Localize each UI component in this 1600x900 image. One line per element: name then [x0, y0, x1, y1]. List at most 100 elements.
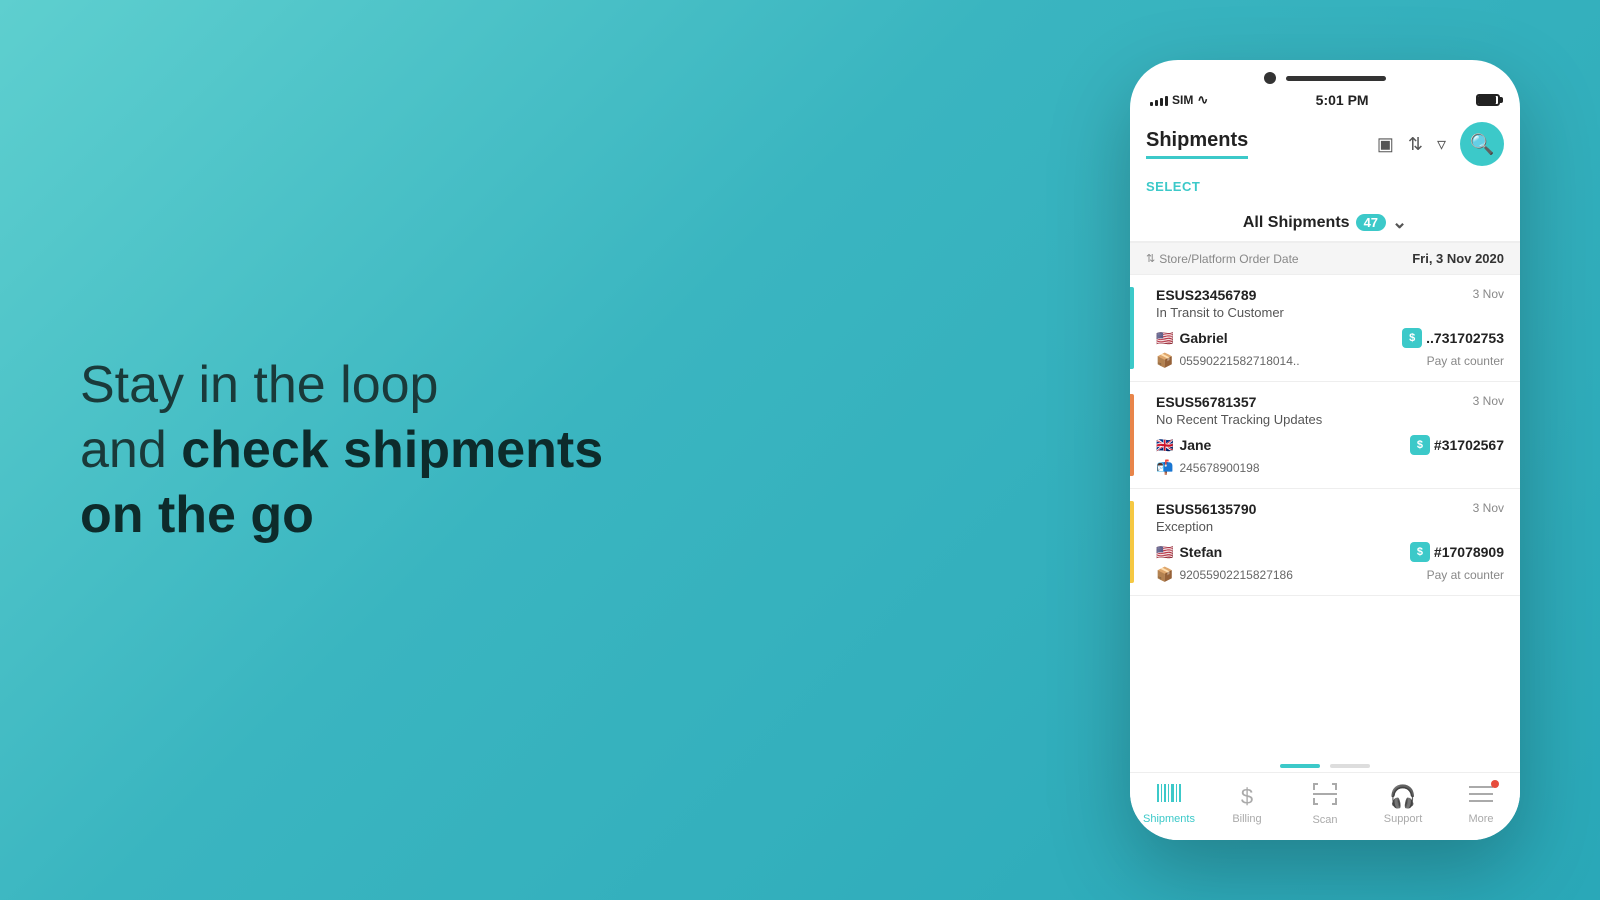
order-icon: $ [1410, 435, 1430, 455]
card-header-row: ESUS23456789 3 Nov [1146, 287, 1504, 303]
headset-icon: 🎧 [1389, 784, 1416, 810]
customer-row: 🇬🇧 Jane $ #31702567 [1146, 435, 1504, 455]
carrier-tracking-number: 92055902215827186 [1179, 568, 1292, 582]
phone-notch [1130, 60, 1520, 88]
front-camera [1264, 72, 1276, 84]
date-sort-label: ⇅ Store/Platform Order Date [1146, 252, 1299, 266]
battery-fill [1478, 96, 1496, 104]
shipment-card[interactable]: ESUS56781357 3 Nov No Recent Tracking Up… [1130, 382, 1520, 489]
page-title: Shipments [1146, 129, 1248, 159]
notch-bar [1286, 76, 1386, 81]
sort-asc-icon: ⇅ [1146, 252, 1155, 265]
select-label[interactable]: SELECT [1146, 179, 1200, 194]
nav-label-scan: Scan [1312, 814, 1337, 826]
filter-row[interactable]: All Shipments 47 ⌄ [1130, 204, 1520, 242]
customer-name: 🇬🇧 Jane [1156, 437, 1211, 454]
header-top-row: Shipments ▣ ⇅ ▿ 🔍 [1146, 122, 1504, 166]
card-date: 3 Nov [1473, 501, 1504, 515]
payment-label: Pay at counter [1427, 568, 1504, 582]
sort-icon[interactable]: ⇅ [1408, 134, 1423, 155]
select-row: SELECT [1130, 172, 1520, 204]
order-icon: $ [1402, 328, 1422, 348]
carrier-tracking-number: 05590221582718014.. [1179, 354, 1299, 368]
signal-bar-4 [1165, 96, 1168, 106]
nav-item-billing[interactable]: $ Billing [1217, 784, 1277, 825]
search-icon: 🔍 [1470, 132, 1495, 157]
signal-bar-2 [1155, 100, 1158, 106]
order-ref: $ #17078909 [1410, 542, 1504, 562]
date-separator-value: Fri, 3 Nov 2020 [1412, 251, 1504, 266]
page-title-row: Shipments [1146, 129, 1248, 159]
carrier-icon: 📦 [1156, 352, 1173, 369]
card-status: No Recent Tracking Updates [1146, 412, 1504, 427]
customer-row: 🇺🇸 Gabriel $ ..731702753 [1146, 328, 1504, 348]
card-header-row: ESUS56135790 3 Nov [1146, 501, 1504, 517]
status-indicator-yellow [1130, 501, 1134, 583]
customer-row: 🇺🇸 Stefan $ #17078909 [1146, 542, 1504, 562]
chevron-down-icon: ⌄ [1392, 212, 1407, 233]
app-header: Shipments ▣ ⇅ ▿ 🔍 [1130, 114, 1520, 172]
phone-frame: SIM ∿ 5:01 PM Shipments ▣ ⇅ ▿ 🔍 [1130, 60, 1520, 840]
more-icon [1469, 784, 1493, 810]
order-ref: $ ..731702753 [1402, 328, 1504, 348]
shipment-card[interactable]: ESUS23456789 3 Nov In Transit to Custome… [1130, 275, 1520, 382]
nav-label-more: More [1468, 813, 1493, 825]
tagline: Stay in the loop and check shipments on … [80, 353, 603, 548]
search-button[interactable]: 🔍 [1460, 122, 1504, 166]
nav-label-shipments: Shipments [1143, 813, 1195, 825]
filter-icon[interactable]: ▿ [1437, 134, 1446, 155]
customer-flag: 🇺🇸 [1156, 544, 1173, 561]
signal-bars [1150, 94, 1168, 106]
carrier-icon: 📬 [1156, 459, 1173, 476]
card-header-row: ESUS56781357 3 Nov [1146, 394, 1504, 410]
nav-item-support[interactable]: 🎧 Support [1373, 784, 1433, 825]
more-badge [1491, 780, 1499, 788]
customer-name-label: Gabriel [1179, 330, 1227, 346]
tagline-line1: Stay in the loop [80, 356, 438, 414]
customer-name-label: Jane [1179, 437, 1211, 453]
wifi-icon: ∿ [1197, 92, 1208, 108]
filter-pill[interactable]: All Shipments 47 ⌄ [1243, 212, 1407, 233]
customer-name: 🇺🇸 Gabriel [1156, 330, 1228, 347]
nav-item-shipments[interactable]: Shipments [1139, 784, 1199, 825]
order-ref-number: ..731702753 [1426, 330, 1504, 346]
scroll-dot-active [1280, 764, 1320, 768]
nav-item-scan[interactable]: Scan [1295, 783, 1355, 826]
status-bar: SIM ∿ 5:01 PM [1130, 88, 1520, 114]
card-date: 3 Nov [1473, 394, 1504, 408]
customer-flag: 🇬🇧 [1156, 437, 1173, 454]
nav-item-more[interactable]: More [1451, 784, 1511, 825]
carrier-tracking-number: 245678900198 [1179, 461, 1259, 475]
carrier-tracking-row: 📦 05590221582718014.. Pay at counter [1146, 352, 1504, 369]
customer-flag: 🇺🇸 [1156, 330, 1173, 347]
bottom-nav: Shipments $ Billing [1130, 772, 1520, 840]
carrier-tracking-row: 📦 92055902215827186 Pay at counter [1146, 566, 1504, 583]
carrier-label: SIM [1172, 93, 1193, 107]
payment-label: Pay at counter [1427, 354, 1504, 368]
card-status: Exception [1146, 519, 1504, 534]
dollar-icon: $ [1241, 784, 1253, 810]
signal-bar-3 [1160, 98, 1163, 106]
shipment-card[interactable]: ESUS56135790 3 Nov Exception 🇺🇸 Stefan $… [1130, 489, 1520, 596]
signal-bar-1 [1150, 102, 1153, 106]
carrier-tracking-row: 📬 245678900198 [1146, 459, 1504, 476]
order-ref: $ #31702567 [1410, 435, 1504, 455]
filter-label: All Shipments [1243, 214, 1350, 232]
tracking-id: ESUS23456789 [1156, 287, 1256, 303]
filter-count-badge: 47 [1356, 214, 1386, 231]
tracking-id: ESUS56781357 [1156, 394, 1256, 410]
order-ref-number: #17078909 [1434, 544, 1504, 560]
phone-mockup: SIM ∿ 5:01 PM Shipments ▣ ⇅ ▿ 🔍 [1130, 60, 1520, 840]
status-indicator-orange [1130, 394, 1134, 476]
scroll-indicator [1130, 756, 1520, 772]
carrier-icon: 📦 [1156, 566, 1173, 583]
tracking-id: ESUS56135790 [1156, 501, 1256, 517]
status-indicator-blue [1130, 287, 1134, 369]
scroll-dot-inactive [1330, 764, 1370, 768]
status-time: 5:01 PM [1316, 92, 1369, 108]
battery-icon [1476, 94, 1500, 106]
customer-name: 🇺🇸 Stefan [1156, 544, 1222, 561]
tagline-plain: and [80, 421, 181, 479]
customer-name-label: Stefan [1179, 544, 1222, 560]
copy-icon[interactable]: ▣ [1377, 134, 1394, 155]
